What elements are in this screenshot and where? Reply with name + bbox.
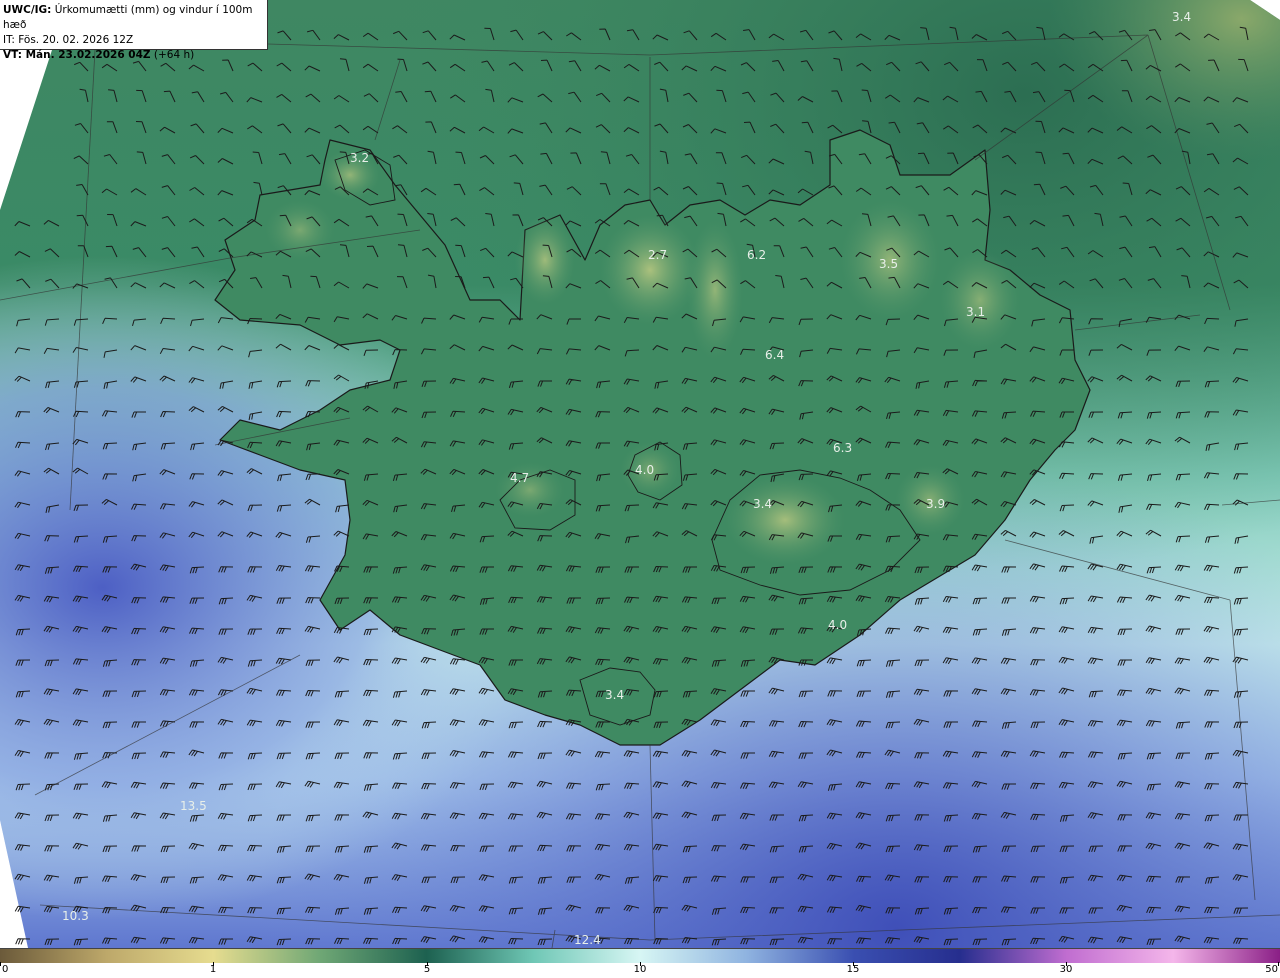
init-time-line: IT: Fös. 20. 02. 2026 12Z [3,33,264,48]
label-north-a: 2.7 [648,248,667,262]
label-vatnajokull: 3.4 [753,497,772,511]
label-west-a: 4.7 [510,471,529,485]
label-westfjords: 3.2 [350,151,369,165]
model-name: UWC/IG: [3,4,52,16]
valid-time-line: VT: Mán. 23.02.2026 04Z (+64 h) [3,48,264,63]
label-n-corner: 3.4 [1172,10,1191,24]
colorbar-tick-label: 15 [846,964,860,975]
init-time-label: IT: [3,34,15,46]
label-west-b: 4.0 [635,463,654,477]
map-info-box: UWC/IG: Úrkomumætti (mm) og vindur í 100… [0,0,268,61]
label-north-b: 6.2 [747,248,766,262]
colorbar-tick-label: 50 [1265,964,1278,975]
label-sw-corner: 10.3 [62,909,89,923]
valid-time-value: VT: Mán. 23.02.2026 04Z [3,49,151,61]
forecast-lead: (+64 h) [153,49,195,61]
label-center-b: 6.3 [833,441,852,455]
label-center-a: 6.4 [765,348,784,362]
colorbar-tick-label: 5 [423,964,431,975]
colorbar-tick-label: 30 [1059,964,1073,975]
colorbar-tick-label: 1 [209,964,217,975]
label-northeast: 3.5 [879,257,898,271]
label-south-sea: 12.4 [574,933,601,947]
label-south-b: 3.4 [605,688,624,702]
label-south-a: 4.0 [828,618,847,632]
colorbar-tick-label: 0 [2,964,9,975]
colorbar-tick-label: 10 [633,964,647,975]
label-sw-sea: 13.5 [180,799,207,813]
colorbar [0,948,1280,963]
colorbar-legend: 0 1 5 10 15 30 50 [0,948,1280,978]
title-line: UWC/IG: Úrkomumætti (mm) og vindur í 100… [3,3,264,33]
label-east: 3.1 [966,305,985,319]
colorbar-tick [1278,962,1279,966]
init-time-value: Fös. 20. 02. 2026 12Z [18,34,134,46]
colorbar-tick [0,962,1,966]
weather-map: 3.4 3.2 2.7 6.2 3.5 3.1 6.4 6.3 4.7 4.0 … [0,0,1280,948]
label-southeast: 3.9 [926,497,945,511]
